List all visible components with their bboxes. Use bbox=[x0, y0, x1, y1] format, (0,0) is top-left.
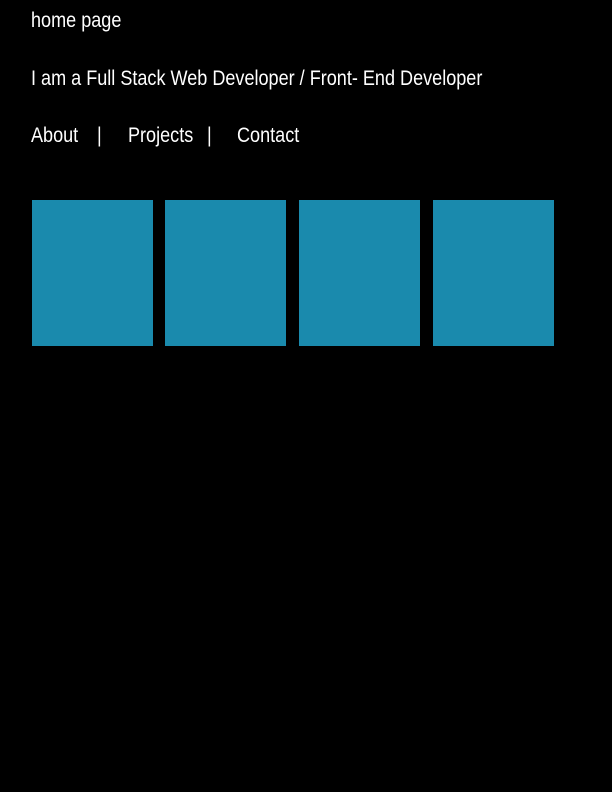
project-tiles bbox=[32, 200, 554, 346]
nav-link-about[interactable]: About bbox=[31, 124, 78, 148]
project-tile[interactable] bbox=[299, 200, 420, 346]
tagline: I am a Full Stack Web Developer / Front-… bbox=[31, 67, 483, 90]
nav-link-projects[interactable]: Projects bbox=[128, 124, 193, 148]
project-tile[interactable] bbox=[32, 200, 153, 346]
page-title: home page bbox=[31, 9, 122, 32]
project-tile[interactable] bbox=[433, 200, 554, 346]
main-nav: About | Projects | Contact bbox=[31, 124, 351, 148]
nav-separator: | bbox=[207, 124, 212, 147]
nav-link-contact[interactable]: Contact bbox=[237, 124, 299, 148]
nav-separator: | bbox=[97, 124, 102, 147]
project-tile[interactable] bbox=[165, 200, 286, 346]
